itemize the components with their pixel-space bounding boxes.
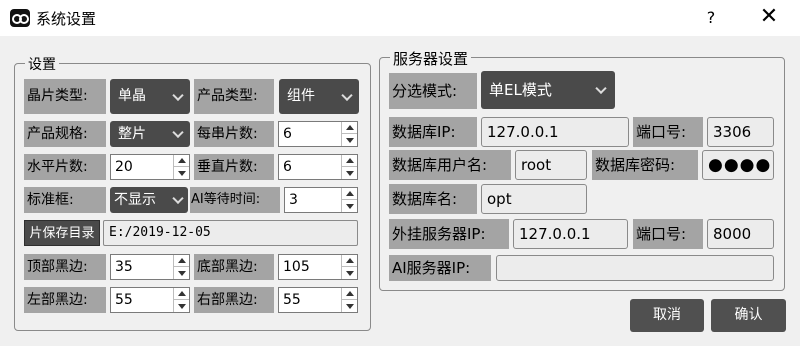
spin-up-icon[interactable] <box>342 255 357 267</box>
spin-down-icon[interactable] <box>174 267 189 279</box>
server-settings-group-title: 服务器设置 <box>390 48 472 69</box>
per-string-value: 6 <box>283 126 292 142</box>
per-string-spinbox[interactable]: 6 <box>278 121 358 147</box>
spin-down-icon[interactable] <box>342 134 357 146</box>
spin-up-icon[interactable] <box>174 288 189 300</box>
spin-up-icon[interactable] <box>342 188 357 200</box>
chevron-down-icon <box>595 82 607 95</box>
settings-group-title: 设置 <box>25 54 59 74</box>
spin-up-icon[interactable] <box>342 122 357 134</box>
standard-frame-label: 标准框: <box>24 187 106 213</box>
app-logo-icon <box>10 9 30 27</box>
right-black-edge-label: 右部黑边: <box>194 287 274 313</box>
spin-down-icon[interactable] <box>342 167 357 179</box>
ai-server-ip-field[interactable] <box>496 255 774 281</box>
sort-mode-value: 单EL模式 <box>489 81 552 99</box>
db-username-label: 数据库用户名: <box>389 150 511 180</box>
db-password-field[interactable]: ●●●● <box>702 150 774 180</box>
window-title: 系统设置 <box>36 10 97 28</box>
save-directory-button[interactable]: 片保存目录 <box>24 220 100 246</box>
horizontal-count-spinbox[interactable]: 20 <box>110 154 190 180</box>
left-black-edge-value: 55 <box>115 292 133 308</box>
ai-server-ip-label: AI服务器IP: <box>389 255 491 281</box>
spin-up-icon[interactable] <box>342 288 357 300</box>
horizontal-count-value: 20 <box>115 159 133 175</box>
spin-down-icon[interactable] <box>342 267 357 279</box>
help-button[interactable]: ? <box>696 4 726 32</box>
product-spec-label: 产品规格: <box>24 121 106 147</box>
confirm-button[interactable]: 确认 <box>711 299 786 332</box>
close-button[interactable]: ✕ <box>752 4 786 32</box>
standard-frame-value: 不显示 <box>114 192 156 208</box>
external-server-ip-field[interactable]: 127.0.0.1 <box>513 219 628 249</box>
spin-down-icon[interactable] <box>342 200 357 212</box>
db-password-label: 数据库密码: <box>592 150 698 180</box>
bottom-black-edge-spinbox[interactable]: 105 <box>278 254 358 280</box>
db-ip-label: 数据库IP: <box>389 117 477 147</box>
product-type-select[interactable]: 组件 <box>279 79 359 114</box>
vertical-count-value: 6 <box>283 159 292 175</box>
bottom-black-edge-label: 底部黑边: <box>194 254 274 280</box>
sort-mode-label: 分选模式: <box>389 73 477 109</box>
spin-up-icon[interactable] <box>174 155 189 167</box>
db-ip-field[interactable]: 127.0.0.1 <box>481 117 629 147</box>
wafer-type-label: 晶片类型: <box>24 79 106 114</box>
product-spec-value: 整片 <box>118 126 146 142</box>
save-directory-field[interactable]: E:/2019-12-05 <box>103 220 358 246</box>
ai-wait-time-label: AI等待时间: <box>190 187 280 213</box>
title-bar: 系统设置 ? ✕ <box>0 0 800 36</box>
wafer-type-value: 单晶 <box>118 88 146 104</box>
per-string-label: 每串片数: <box>194 121 274 147</box>
left-black-edge-spinbox[interactable]: 55 <box>110 287 190 313</box>
external-server-ip-label: 外挂服务器IP: <box>389 219 509 249</box>
vertical-count-spinbox[interactable]: 6 <box>278 154 358 180</box>
chevron-down-icon <box>172 126 184 139</box>
db-username-field[interactable]: root <box>515 150 587 180</box>
external-port-field[interactable]: 8000 <box>707 219 774 249</box>
bottom-black-edge-value: 105 <box>283 259 310 275</box>
db-name-field[interactable]: opt <box>481 184 587 214</box>
vertical-count-label: 垂直片数: <box>194 154 274 180</box>
cancel-button[interactable]: 取消 <box>630 299 704 332</box>
wafer-type-select[interactable]: 单晶 <box>110 79 190 114</box>
left-black-edge-label: 左部黑边: <box>24 287 106 313</box>
horizontal-count-label: 水平片数: <box>24 154 106 180</box>
ai-wait-time-spinbox[interactable]: 3 <box>284 187 358 213</box>
right-black-edge-value: 55 <box>283 292 301 308</box>
top-black-edge-spinbox[interactable]: 35 <box>110 254 190 280</box>
product-type-value: 组件 <box>287 88 315 104</box>
chevron-down-icon <box>172 89 184 101</box>
db-port-label: 端口号: <box>633 117 703 147</box>
ai-wait-time-value: 3 <box>289 192 298 208</box>
top-black-edge-label: 顶部黑边: <box>24 254 106 280</box>
product-type-label: 产品类型: <box>194 79 274 114</box>
spin-down-icon[interactable] <box>174 167 189 179</box>
spin-down-icon[interactable] <box>174 300 189 312</box>
sort-mode-select[interactable]: 单EL模式 <box>481 71 615 109</box>
standard-frame-select[interactable]: 不显示 <box>110 187 188 213</box>
product-spec-select[interactable]: 整片 <box>110 121 190 147</box>
spin-up-icon[interactable] <box>342 155 357 167</box>
right-black-edge-spinbox[interactable]: 55 <box>278 287 358 313</box>
spin-down-icon[interactable] <box>342 300 357 312</box>
db-name-label: 数据库名: <box>389 184 477 214</box>
top-black-edge-value: 35 <box>115 259 133 275</box>
spin-up-icon[interactable] <box>174 255 189 267</box>
chevron-down-icon <box>172 192 184 205</box>
external-port-label: 端口号: <box>633 219 703 249</box>
db-port-field[interactable]: 3306 <box>707 117 774 147</box>
chevron-down-icon <box>341 89 353 101</box>
